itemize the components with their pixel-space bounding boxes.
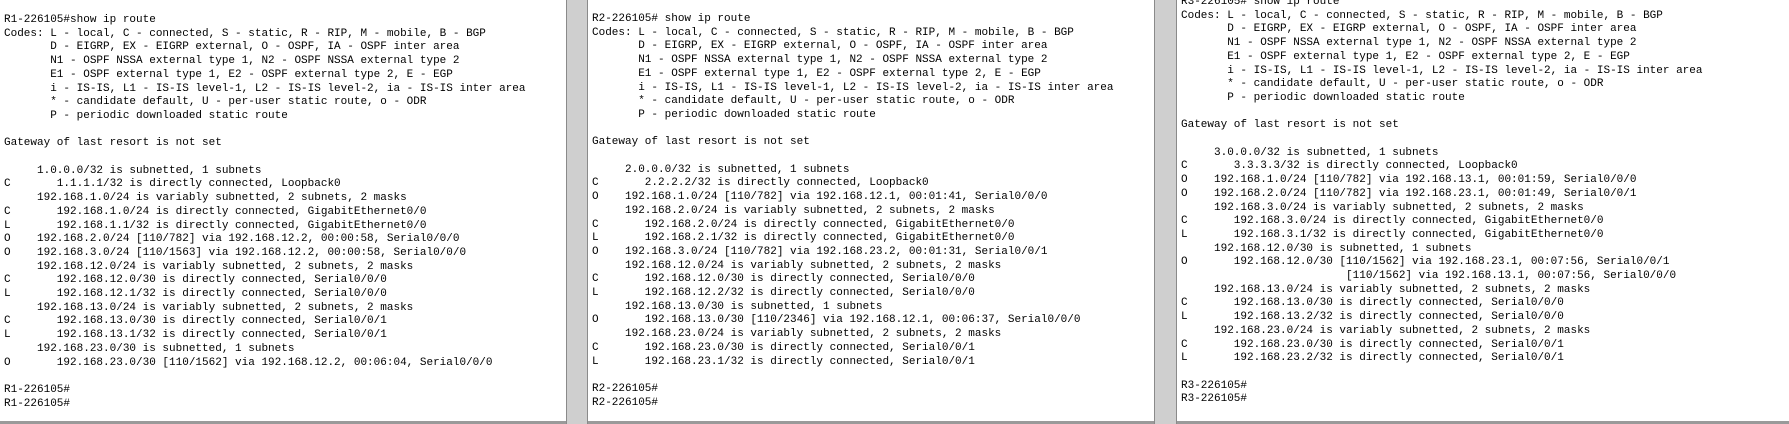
- terminal-screens: R1-226105#show ip route Codes: L - local,…: [0, 0, 1789, 424]
- terminal-line: 192.168.13.0/24 is variably subnetted, 2…: [1181, 283, 1591, 296]
- terminal-line: 192.168.13.0/24 is variably subnetted, 2…: [4, 301, 414, 314]
- terminal-line: 192.168.12.0/30 is subnetted, 1 subnets: [1181, 242, 1472, 255]
- r1-terminal-output: R1-226105#show ip route Codes: L - local,…: [0, 0, 566, 411]
- terminal-line: R1-226105#: [4, 397, 71, 410]
- terminal-line: R3-226105# show ip route: [1181, 0, 1340, 8]
- terminal-line: R3-226105#: [1181, 379, 1248, 392]
- terminal-line: E1 - OSPF external type 1, E2 - OSPF ext…: [4, 68, 453, 81]
- terminal-line: N1 - OSPF NSSA external type 1, N2 - OSP…: [592, 54, 1048, 67]
- terminal-line: Gateway of last resort is not set: [4, 137, 222, 150]
- terminal-line: 3.0.0.0/32 is subnetted, 1 subnets: [1181, 146, 1439, 159]
- r3-terminal[interactable]: R3-226105# show ip route Codes: L - local…: [1177, 0, 1789, 424]
- terminal-line: P - periodic downloaded static route: [1181, 91, 1465, 104]
- terminal-line: 1.0.0.0/32 is subnetted, 1 subnets: [4, 164, 262, 177]
- r2-terminal-output: R2-226105# show ip route Codes: L - local…: [588, 0, 1154, 410]
- terminal-line: Codes: L - local, C - connected, S - sta…: [4, 27, 486, 40]
- terminal-line: O 192.168.12.0/30 [110/1562] via 192.168…: [1181, 256, 1670, 269]
- terminal-line: Gateway of last resort is not set: [592, 136, 810, 149]
- r3-terminal-output: R3-226105# show ip route Codes: L - local…: [1177, 0, 1789, 407]
- terminal-line: C 192.168.3.0/24 is directly connected, …: [1181, 215, 1604, 228]
- terminal-line: R3-226105#: [1181, 393, 1248, 406]
- r1-terminal[interactable]: R1-226105#show ip route Codes: L - local,…: [0, 0, 566, 424]
- terminal-line: 192.168.2.0/24 is variably subnetted, 2 …: [592, 204, 995, 217]
- terminal-line: C 192.168.1.0/24 is directly connected, …: [4, 205, 427, 218]
- terminal-line: E1 - OSPF external type 1, E2 - OSPF ext…: [592, 67, 1041, 80]
- terminal-line: C 192.168.13.0/30 is directly connected,…: [1181, 297, 1564, 310]
- terminal-line: C 192.168.23.0/30 is directly connected,…: [1181, 338, 1564, 351]
- terminal-line: i - IS-IS, L1 - IS-IS level-1, L2 - IS-I…: [1181, 64, 1703, 77]
- terminal-line: O 192.168.23.0/30 [110/1562] via 192.168…: [4, 356, 493, 369]
- terminal-line: N1 - OSPF NSSA external type 1, N2 - OSP…: [1181, 37, 1637, 50]
- terminal-line: O 192.168.13.0/30 [110/2346] via 192.168…: [592, 314, 1081, 327]
- window-separator: [566, 0, 588, 424]
- terminal-line: R2-226105#: [592, 396, 659, 409]
- terminal-line: P - periodic downloaded static route: [592, 108, 876, 121]
- terminal-line: D - EIGRP, EX - EIGRP external, O - OSPF…: [4, 41, 460, 54]
- terminal-line: * - candidate default, U - per-user stat…: [4, 96, 427, 109]
- terminal-line: D - EIGRP, EX - EIGRP external, O - OSPF…: [1181, 23, 1637, 36]
- terminal-line: Codes: L - local, C - connected, S - sta…: [592, 26, 1074, 39]
- terminal-line: O 192.168.2.0/24 [110/782] via 192.168.2…: [1181, 187, 1637, 200]
- terminal-line: i - IS-IS, L1 - IS-IS level-1, L2 - IS-I…: [4, 82, 526, 95]
- terminal-line: 192.168.12.0/24 is variably subnetted, 2…: [592, 259, 1002, 272]
- window-separator: [1154, 0, 1177, 424]
- terminal-line: 192.168.13.0/30 is subnetted, 1 subnets: [592, 300, 883, 313]
- terminal-line: Codes: L - local, C - connected, S - sta…: [1181, 9, 1663, 22]
- terminal-line: * - candidate default, U - per-user stat…: [592, 95, 1015, 108]
- terminal-line: i - IS-IS, L1 - IS-IS level-1, L2 - IS-I…: [592, 81, 1114, 94]
- terminal-line: O 192.168.1.0/24 [110/782] via 192.168.1…: [592, 191, 1048, 204]
- terminal-line: L 192.168.23.2/32 is directly connected,…: [1181, 352, 1564, 365]
- terminal-line: L 192.168.1.1/32 is directly connected, …: [4, 219, 427, 232]
- terminal-line: 2.0.0.0/32 is subnetted, 1 subnets: [592, 163, 850, 176]
- terminal-line: D - EIGRP, EX - EIGRP external, O - OSPF…: [592, 40, 1048, 53]
- terminal-line: L 192.168.13.1/32 is directly connected,…: [4, 329, 387, 342]
- terminal-line: C 1.1.1.1/32 is directly connected, Loop…: [4, 178, 341, 191]
- terminal-line: * - candidate default, U - per-user stat…: [1181, 78, 1604, 91]
- terminal-line: C 192.168.12.0/30 is directly connected,…: [4, 274, 387, 287]
- terminal-line: O 192.168.1.0/24 [110/782] via 192.168.1…: [1181, 174, 1637, 187]
- terminal-line: R1-226105#: [4, 383, 71, 396]
- terminal-line: 192.168.12.0/24 is variably subnetted, 2…: [4, 260, 414, 273]
- terminal-line: L 192.168.12.1/32 is directly connected,…: [4, 288, 387, 301]
- terminal-line: C 3.3.3.3/32 is directly connected, Loop…: [1181, 160, 1518, 173]
- terminal-line: [110/1562] via 192.168.13.1, 00:07:56, S…: [1181, 270, 1677, 283]
- terminal-line: C 192.168.23.0/30 is directly connected,…: [592, 341, 975, 354]
- terminal-line: R1-226105#show ip route: [4, 14, 156, 26]
- terminal-line: C 192.168.2.0/24 is directly connected, …: [592, 218, 1015, 231]
- terminal-line: R2-226105# show ip route: [592, 13, 751, 25]
- terminal-line: L 192.168.12.2/32 is directly connected,…: [592, 287, 975, 300]
- terminal-line: O 192.168.3.0/24 [110/782] via 192.168.2…: [592, 245, 1048, 258]
- terminal-line: O 192.168.2.0/24 [110/782] via 192.168.1…: [4, 233, 460, 246]
- terminal-line: 192.168.23.0/24 is variably subnetted, 2…: [592, 328, 1002, 341]
- r2-terminal[interactable]: R2-226105# show ip route Codes: L - local…: [588, 0, 1154, 424]
- terminal-line: L 192.168.23.1/32 is directly connected,…: [592, 355, 975, 368]
- terminal-line: P - periodic downloaded static route: [4, 109, 288, 122]
- terminal-line: 192.168.3.0/24 is variably subnetted, 2 …: [1181, 201, 1584, 214]
- terminal-line: L 192.168.3.1/32 is directly connected, …: [1181, 228, 1604, 241]
- terminal-line: C 192.168.13.0/30 is directly connected,…: [4, 315, 387, 328]
- terminal-line: O 192.168.3.0/24 [110/1563] via 192.168.…: [4, 246, 467, 259]
- terminal-line: C 192.168.12.0/30 is directly connected,…: [592, 273, 975, 286]
- terminal-line: 192.168.1.0/24 is variably subnetted, 2 …: [4, 192, 407, 205]
- terminal-line: Gateway of last resort is not set: [1181, 119, 1399, 132]
- terminal-line: 192.168.23.0/30 is subnetted, 1 subnets: [4, 342, 295, 355]
- terminal-line: C 2.2.2.2/32 is directly connected, Loop…: [592, 177, 929, 190]
- terminal-line: L 192.168.13.2/32 is directly connected,…: [1181, 311, 1564, 324]
- terminal-line: L 192.168.2.1/32 is directly connected, …: [592, 232, 1015, 245]
- terminal-line: E1 - OSPF external type 1, E2 - OSPF ext…: [1181, 50, 1630, 63]
- terminal-line: 192.168.23.0/24 is variably subnetted, 2…: [1181, 324, 1591, 337]
- terminal-line: R2-226105#: [592, 382, 659, 395]
- terminal-line: N1 - OSPF NSSA external type 1, N2 - OSP…: [4, 55, 460, 68]
